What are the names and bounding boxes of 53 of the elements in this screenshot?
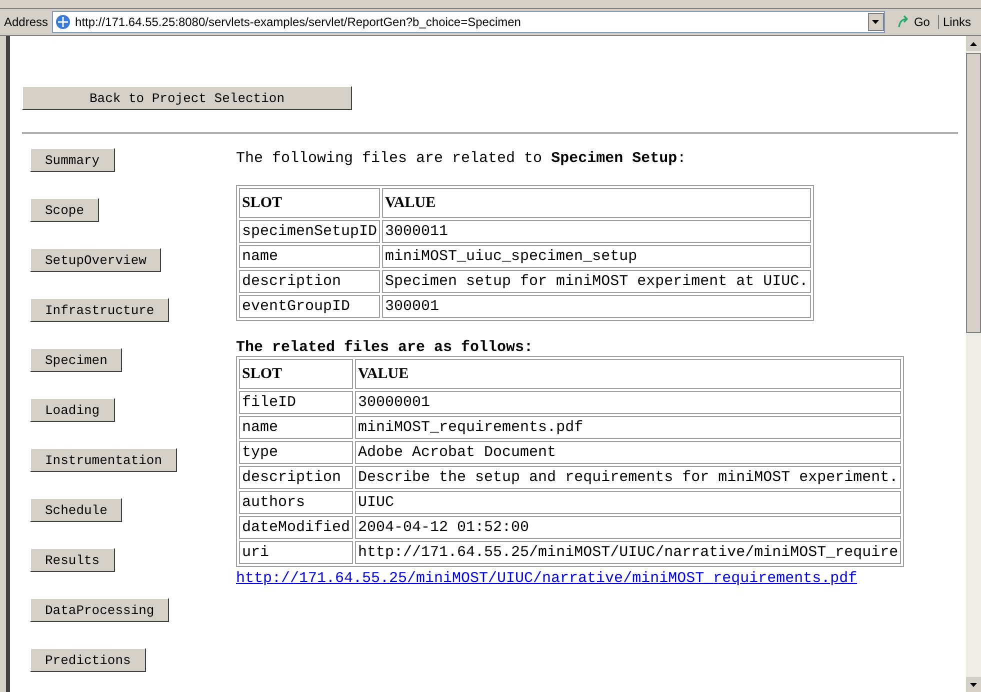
address-label: Address — [4, 15, 48, 29]
section-heading: The related files are as follows: — [236, 339, 534, 356]
table-cell: 30000001 — [355, 391, 902, 414]
table-cell: description — [239, 270, 380, 293]
nav-button[interactable]: Predictions — [30, 648, 146, 672]
dropdown-button[interactable] — [868, 13, 884, 31]
scrollbar-thumb[interactable] — [966, 53, 981, 333]
nav-button[interactable]: Schedule — [30, 498, 122, 522]
address-field[interactable]: http://171.64.55.25:8080/servlets-examples/servlet/ReportGen?b_choice=Specimen — [52, 11, 885, 33]
nav-button[interactable]: Infrastructure — [30, 298, 170, 322]
nav-button[interactable]: DataProcessing — [30, 598, 170, 622]
table-cell: UIUC — [355, 491, 902, 514]
nav-button[interactable]: Instrumentation — [30, 448, 178, 472]
scroll-up-button[interactable] — [966, 36, 981, 51]
nav-button[interactable]: Specimen — [30, 348, 122, 372]
table-cell: Adobe Acrobat Document — [355, 441, 902, 464]
table-cell: specimenSetupID — [239, 220, 380, 243]
table-cell: Describe the setup and requirements for miniMOST experiment. — [355, 466, 902, 489]
table-cell: 300001 — [382, 295, 812, 318]
table-cell: http://171.64.55.25/miniMOST/UIUC/narrative/miniMOST_require — [355, 541, 902, 564]
column-header: VALUE — [355, 359, 902, 389]
nav-button[interactable]: Summary — [30, 148, 115, 172]
scroll-down-button[interactable] — [966, 677, 981, 692]
arrow-icon — [896, 15, 911, 29]
nav-button[interactable]: Results — [30, 548, 115, 572]
table-cell: 2004-04-12 01:52:00 — [355, 516, 902, 539]
table-cell: type — [239, 441, 354, 464]
caret-icon — [970, 42, 977, 46]
nav-button[interactable]: Loading — [30, 398, 115, 422]
table-cell: 3000011 — [382, 220, 812, 243]
nav-button[interactable]: Scope — [30, 198, 100, 222]
table-cell: description — [239, 466, 354, 489]
table-cell: miniMOST_requirements.pdf — [355, 416, 902, 439]
caret-icon — [970, 682, 977, 686]
back-button[interactable]: Back to Project Selection — [22, 86, 352, 110]
links-button[interactable]: Links — [942, 15, 977, 29]
column-header: VALUE — [382, 188, 812, 218]
table-cell: dateModified — [239, 516, 354, 539]
table-cell: miniMOST_uiuc_specimen_setup — [382, 245, 812, 268]
table-cell: name — [239, 416, 354, 439]
column-header: SLOT — [239, 188, 380, 218]
table-cell: fileID — [239, 391, 354, 414]
caret-icon — [872, 20, 880, 24]
table-cell: authors — [239, 491, 354, 514]
go-button[interactable]: Go — [888, 15, 939, 29]
table-cell: eventGroupID — [239, 295, 380, 318]
column-header: SLOT — [239, 359, 354, 389]
table-cell: name — [239, 245, 380, 268]
nav-button[interactable]: SetupOverview — [30, 248, 162, 272]
table-cell: uri — [239, 541, 354, 564]
table-cell: Specimen setup for miniMOST experiment at UIUC. — [382, 270, 812, 293]
file-link[interactable]: http://171.64.55.25/miniMOST/UIUC/narrative/miniMOST_requirements.pdf — [236, 570, 858, 587]
intro-text: The following files are related to Specimen Setup: — [236, 149, 686, 167]
